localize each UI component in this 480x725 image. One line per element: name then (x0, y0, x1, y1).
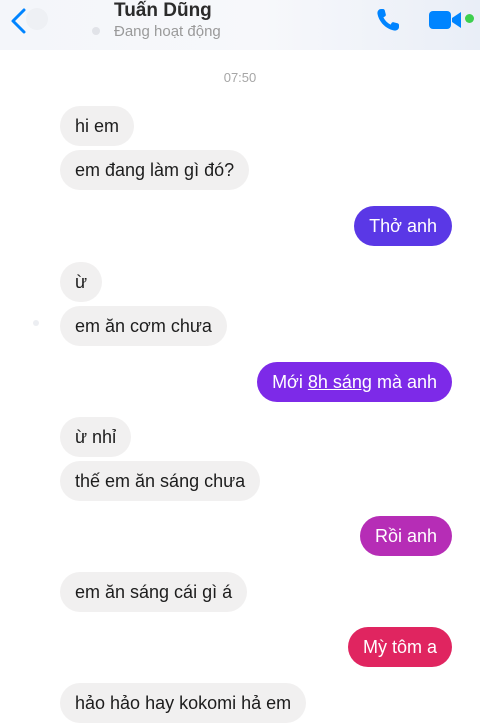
outgoing-message[interactable]: Mỳ tôm a (347, 627, 452, 667)
online-indicator (465, 14, 474, 23)
incoming-message[interactable]: thế em ăn sáng chưa (60, 461, 261, 501)
video-camera-icon (429, 11, 461, 29)
read-receipt-dot (33, 320, 39, 326)
video-call-button[interactable] (428, 8, 464, 32)
message-timestamp: 07:50 (223, 70, 257, 85)
time-link[interactable]: 8h sáng (308, 372, 372, 393)
incoming-message[interactable]: em ăn sáng cái gì á (60, 572, 248, 612)
outgoing-message[interactable]: Rồi anh (359, 516, 452, 556)
call-button[interactable] (374, 6, 404, 34)
incoming-message[interactable]: hi em (60, 106, 135, 146)
incoming-message[interactable]: ừ (60, 262, 103, 302)
outgoing-message[interactable]: Mới 8h sáng mà anh (257, 362, 452, 402)
contact-name[interactable]: Tuấn Dũng (114, 0, 212, 22)
incoming-message[interactable]: em ăn cơm chưa (60, 306, 227, 346)
message-text: mà anh (376, 371, 437, 392)
status-dot (92, 27, 100, 35)
chat-header: Tuấn Dũng Đang hoạt động (0, 0, 480, 50)
avatar[interactable] (26, 8, 48, 30)
incoming-message[interactable]: ừ nhỉ (60, 417, 132, 457)
outgoing-message[interactable]: Thở anh (354, 206, 452, 246)
contact-status: Đang hoạt động (114, 23, 221, 40)
phone-icon (377, 9, 399, 31)
incoming-message[interactable]: em đang làm gì đó? (60, 150, 250, 190)
incoming-message[interactable]: hảo hảo hay kokomi hả em (60, 683, 307, 723)
message-text: Mới (272, 371, 303, 392)
